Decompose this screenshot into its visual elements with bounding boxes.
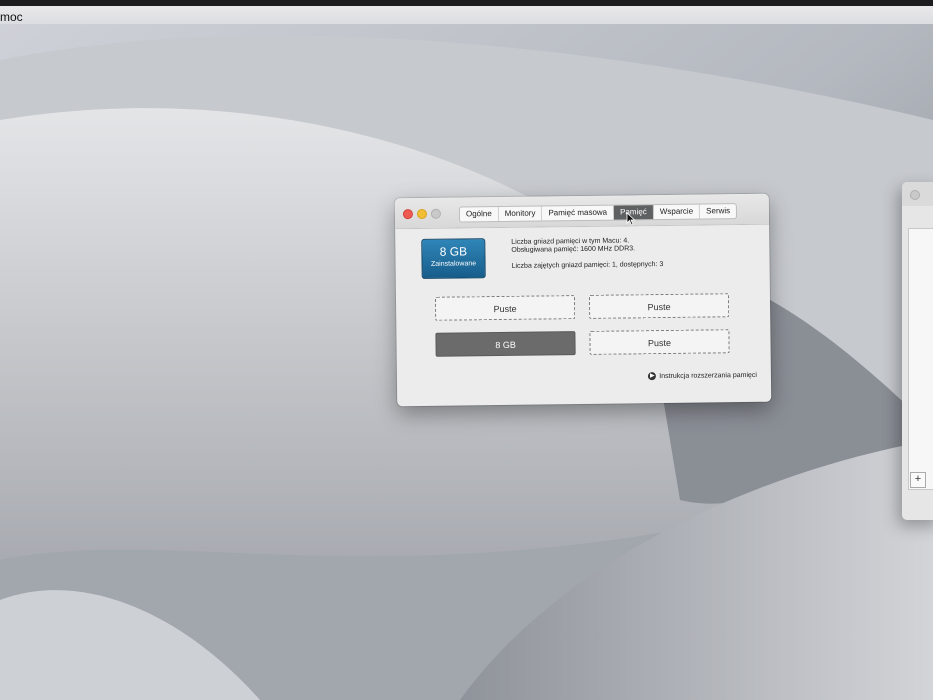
memory-slot-2: Puste	[588, 293, 730, 319]
memory-size: 8 GB	[439, 244, 468, 259]
menu-bar: moc	[0, 0, 933, 24]
supported-memory-text: Obsługiwana pamięć: 1600 MHz DDR3.	[511, 245, 636, 254]
tab-ogolne[interactable]: Ogólne	[459, 207, 499, 222]
memory-slot-1: Puste	[434, 295, 576, 321]
memory-upgrade-link[interactable]: ▶ Instrukcja rozszerzania pamięci	[648, 371, 757, 381]
arrow-right-circle-icon: ▶	[648, 372, 657, 381]
tab-pamiec-masowa[interactable]: Pamięć masowa	[542, 205, 615, 221]
add-button[interactable]: +	[910, 472, 926, 488]
close-button-inactive[interactable]	[910, 190, 920, 200]
memory-installed-label: Zainstalowane	[430, 260, 477, 268]
background-window-panel	[908, 228, 933, 490]
occupied-slots-text: Liczba zajętych gniazd pamięci: 1, dostę…	[511, 261, 664, 270]
tab-bar: Ogólne Monitory Pamięć masowa Pamięć Wsp…	[458, 203, 738, 223]
mouse-pointer-icon	[626, 212, 636, 226]
memory-panel: 8 GB Zainstalowane Liczba gniazd pamięci…	[395, 225, 771, 407]
background-window[interactable]: +	[902, 182, 933, 520]
zoom-button[interactable]	[430, 208, 441, 219]
memory-slot-4: Puste	[589, 329, 730, 355]
memory-upgrade-label: Instrukcja rozszerzania pamięci	[659, 371, 757, 380]
menu-item-pomoc[interactable]: moc	[0, 10, 23, 24]
tab-wsparcie[interactable]: Wsparcie	[653, 204, 701, 220]
tab-monitory[interactable]: Monitory	[498, 206, 543, 222]
about-this-mac-window: Ogólne Monitory Pamięć masowa Pamięć Wsp…	[394, 193, 772, 407]
minimize-button[interactable]	[416, 208, 427, 220]
tab-serwis[interactable]: Serwis	[700, 204, 736, 218]
memory-installed-badge: 8 GB Zainstalowane	[421, 238, 486, 279]
slot-count-text: Liczba gniazd pamięci w tym Macu: 4.	[511, 237, 630, 246]
background-window-titlebar[interactable]	[902, 182, 933, 206]
close-button[interactable]	[402, 209, 413, 220]
memory-slot-3: 8 GB	[435, 331, 576, 357]
window-titlebar[interactable]: Ogólne Monitory Pamięć masowa Pamięć Wsp…	[394, 193, 770, 230]
